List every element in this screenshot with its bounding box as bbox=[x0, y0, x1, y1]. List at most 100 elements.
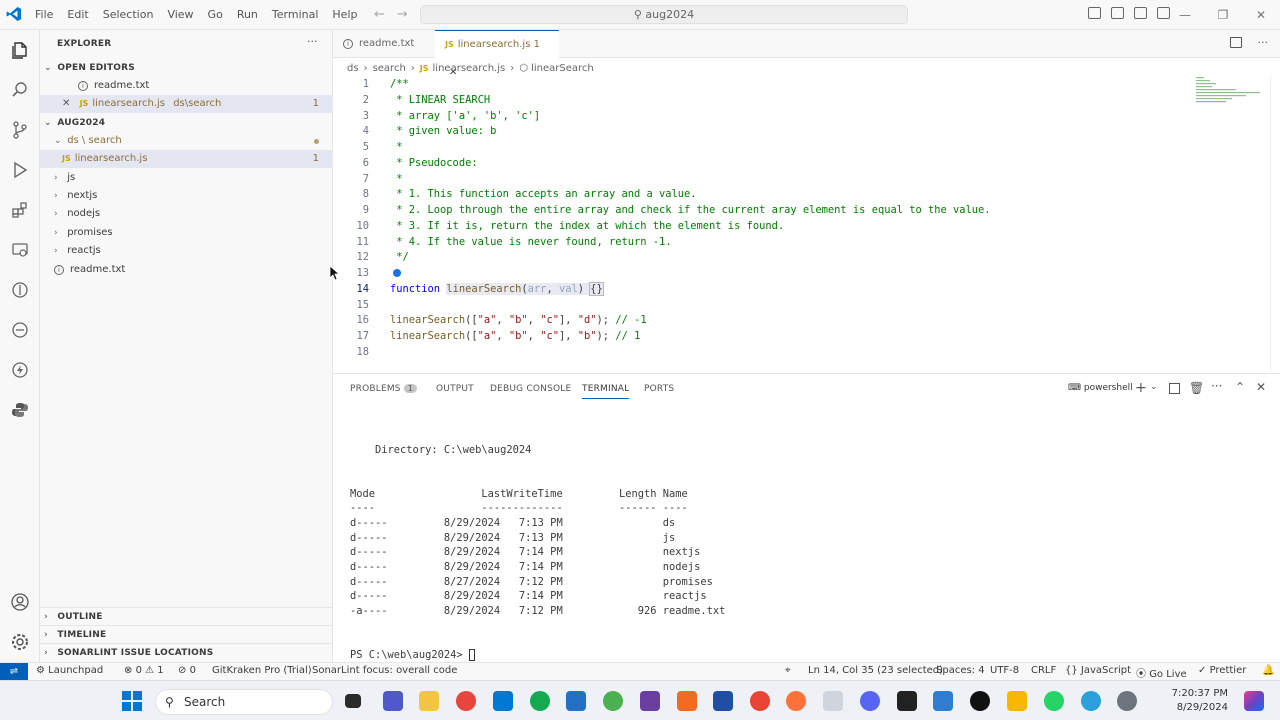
tiktok-icon[interactable] bbox=[970, 691, 990, 711]
taskbar-search[interactable]: ⚲ Search bbox=[155, 689, 333, 715]
task-view-icon[interactable] bbox=[345, 694, 361, 708]
maximize-panel-icon[interactable]: ⌃ bbox=[1235, 380, 1245, 394]
account-icon[interactable] bbox=[8, 590, 32, 614]
forward-arrow-icon[interactable]: → bbox=[397, 7, 408, 22]
status-ports[interactable]: ⊘ 0 bbox=[178, 665, 196, 676]
status-golive[interactable]: ⦿ Go Live bbox=[1136, 665, 1187, 680]
liveshare-icon[interactable] bbox=[8, 318, 32, 342]
tab-problems[interactable]: PROBLEMS 1 bbox=[350, 384, 418, 394]
discord-icon[interactable] bbox=[860, 691, 880, 711]
xampp-icon[interactable] bbox=[677, 691, 697, 711]
app-gray-icon[interactable] bbox=[823, 691, 843, 711]
notepad-icon[interactable] bbox=[933, 691, 953, 711]
tab-terminal[interactable]: TERMINAL bbox=[582, 384, 630, 399]
chrome-icon[interactable] bbox=[456, 691, 476, 711]
code-editor[interactable]: 1 2 3 4 5 6 7 8 9 10 11 12 13 14 15 16 1… bbox=[333, 76, 1280, 372]
firefox-icon[interactable] bbox=[786, 691, 806, 711]
tab-debug-console[interactable]: DEBUG CONSOLE bbox=[490, 384, 571, 394]
command-center-search[interactable]: ⚲ aug2024 bbox=[420, 5, 908, 24]
breadcrumb-search[interactable]: search bbox=[373, 63, 406, 74]
tree-folder-ds-search[interactable]: ⌄ ds \ search bbox=[40, 132, 333, 150]
telegram-icon[interactable] bbox=[1081, 691, 1101, 711]
open-editor-readme[interactable]: i readme.txt bbox=[40, 77, 333, 95]
explorer-icon[interactable] bbox=[8, 38, 32, 62]
lightbulb-icon[interactable] bbox=[393, 269, 401, 277]
app-purple-icon[interactable] bbox=[640, 691, 660, 711]
tab-linearsearch[interactable]: JS linearsearch.js 1 ✕ bbox=[435, 30, 559, 78]
outline-header[interactable]: › OUTLINE bbox=[40, 607, 333, 625]
menu-go[interactable]: Go bbox=[201, 8, 230, 21]
minimize-button[interactable]: — bbox=[1166, 0, 1204, 30]
tab-ports[interactable]: PORTS bbox=[644, 384, 674, 394]
python-icon[interactable] bbox=[8, 398, 32, 422]
search-icon[interactable] bbox=[8, 78, 32, 102]
tree-folder-nextjs[interactable]: › nextjs bbox=[40, 187, 333, 205]
gitlens-icon[interactable] bbox=[8, 278, 32, 302]
toggle-panel-icon[interactable] bbox=[1111, 7, 1124, 19]
editor-scrollbar[interactable] bbox=[1270, 76, 1280, 372]
split-editor-icon[interactable] bbox=[1230, 37, 1242, 48]
tree-folder-js[interactable]: › js bbox=[40, 169, 333, 187]
menu-view[interactable]: View bbox=[160, 8, 200, 21]
menu-file[interactable]: File bbox=[28, 8, 60, 21]
open-editors-header[interactable]: ⌄ OPEN EDITORS bbox=[40, 59, 333, 77]
thunder-client-icon[interactable] bbox=[8, 358, 32, 382]
breadcrumb-file[interactable]: JS linearsearch.js bbox=[420, 63, 505, 74]
close-window-button[interactable]: ✕ bbox=[1242, 0, 1280, 30]
terminal-shell-selector[interactable]: ⌨ powershell bbox=[1068, 383, 1133, 393]
chrome-alt-icon[interactable] bbox=[750, 691, 770, 711]
tree-folder-reactjs[interactable]: › reactjs bbox=[40, 242, 333, 260]
tree-folder-nodejs[interactable]: › nodejs bbox=[40, 205, 333, 223]
more-actions-icon[interactable]: ··· bbox=[1258, 36, 1269, 49]
tree-file-readme[interactable]: i readme.txt bbox=[40, 261, 333, 279]
more-actions-icon[interactable]: ··· bbox=[1211, 379, 1222, 393]
status-sonarlint[interactable]: SonarLint focus: overall code bbox=[312, 665, 457, 676]
close-panel-icon[interactable]: ✕ bbox=[1256, 380, 1266, 394]
status-prettier[interactable]: ✓ Prettier bbox=[1198, 665, 1246, 676]
tree-folder-promises[interactable]: › promises bbox=[40, 224, 333, 242]
extensions-icon[interactable] bbox=[8, 198, 32, 222]
split-terminal-icon[interactable] bbox=[1169, 383, 1180, 394]
menu-selection[interactable]: Selection bbox=[96, 8, 161, 21]
status-eol[interactable]: CRLF bbox=[1031, 665, 1056, 676]
remote-indicator-icon[interactable]: ⇌ bbox=[0, 663, 28, 680]
menu-terminal[interactable]: Terminal bbox=[265, 8, 326, 21]
file-explorer-icon[interactable] bbox=[419, 691, 439, 711]
settings-gear-icon[interactable] bbox=[1117, 691, 1137, 711]
kill-terminal-icon[interactable]: 🗑 bbox=[1189, 381, 1204, 395]
new-terminal-icon[interactable]: + bbox=[1135, 380, 1147, 396]
minimap[interactable] bbox=[1194, 76, 1266, 106]
location-pin-icon[interactable]: ⌖ bbox=[785, 665, 791, 676]
restore-button[interactable]: ❐ bbox=[1204, 0, 1242, 30]
status-problems[interactable]: ⊗ 0 ⚠ 1 bbox=[124, 665, 164, 676]
status-cursor-position[interactable]: Ln 14, Col 35 (23 selected) bbox=[808, 665, 943, 676]
tree-file-linearsearch[interactable]: JS linearsearch.js 1 bbox=[40, 150, 333, 168]
manage-gear-icon[interactable] bbox=[8, 630, 32, 654]
app-green-icon[interactable] bbox=[603, 691, 623, 711]
mongodb-compass-icon[interactable] bbox=[530, 691, 550, 711]
copilot-icon[interactable] bbox=[1244, 691, 1264, 711]
remote-explorer-icon[interactable] bbox=[8, 238, 32, 262]
status-indentation[interactable]: Spaces: 4 bbox=[936, 665, 985, 676]
powershell-icon[interactable] bbox=[566, 691, 586, 711]
source-control-icon[interactable] bbox=[8, 118, 32, 142]
toggle-sidebar-icon[interactable] bbox=[1088, 7, 1101, 19]
breadcrumb-ds[interactable]: ds bbox=[347, 63, 359, 74]
open-editor-linearsearch[interactable]: ✕ JS linearsearch.js ds\search 1 bbox=[40, 95, 333, 113]
workspace-folder-header[interactable]: ⌄ AUG2024 bbox=[40, 114, 333, 132]
gitkraken-icon[interactable] bbox=[897, 691, 917, 711]
whatsapp-icon[interactable] bbox=[1044, 691, 1064, 711]
toggle-secondary-sidebar-icon[interactable] bbox=[1134, 7, 1147, 19]
close-editor-icon[interactable]: ✕ bbox=[62, 98, 70, 109]
menu-help[interactable]: Help bbox=[325, 8, 364, 21]
app-blue-icon[interactable] bbox=[713, 691, 733, 711]
run-debug-icon[interactable] bbox=[8, 158, 32, 182]
sticky-notes-icon[interactable] bbox=[1007, 691, 1027, 711]
menu-edit[interactable]: Edit bbox=[60, 8, 95, 21]
taskbar-clock[interactable]: 7:20:37 PM 8/29/2024 bbox=[1172, 687, 1228, 715]
status-language[interactable]: {} JavaScript bbox=[1065, 665, 1131, 676]
tab-readme[interactable]: i readme.txt bbox=[333, 30, 435, 58]
status-launchpad[interactable]: ⚙ Launchpad bbox=[36, 665, 103, 676]
back-arrow-icon[interactable]: ← bbox=[374, 7, 385, 22]
windows-start-icon[interactable] bbox=[122, 691, 142, 711]
